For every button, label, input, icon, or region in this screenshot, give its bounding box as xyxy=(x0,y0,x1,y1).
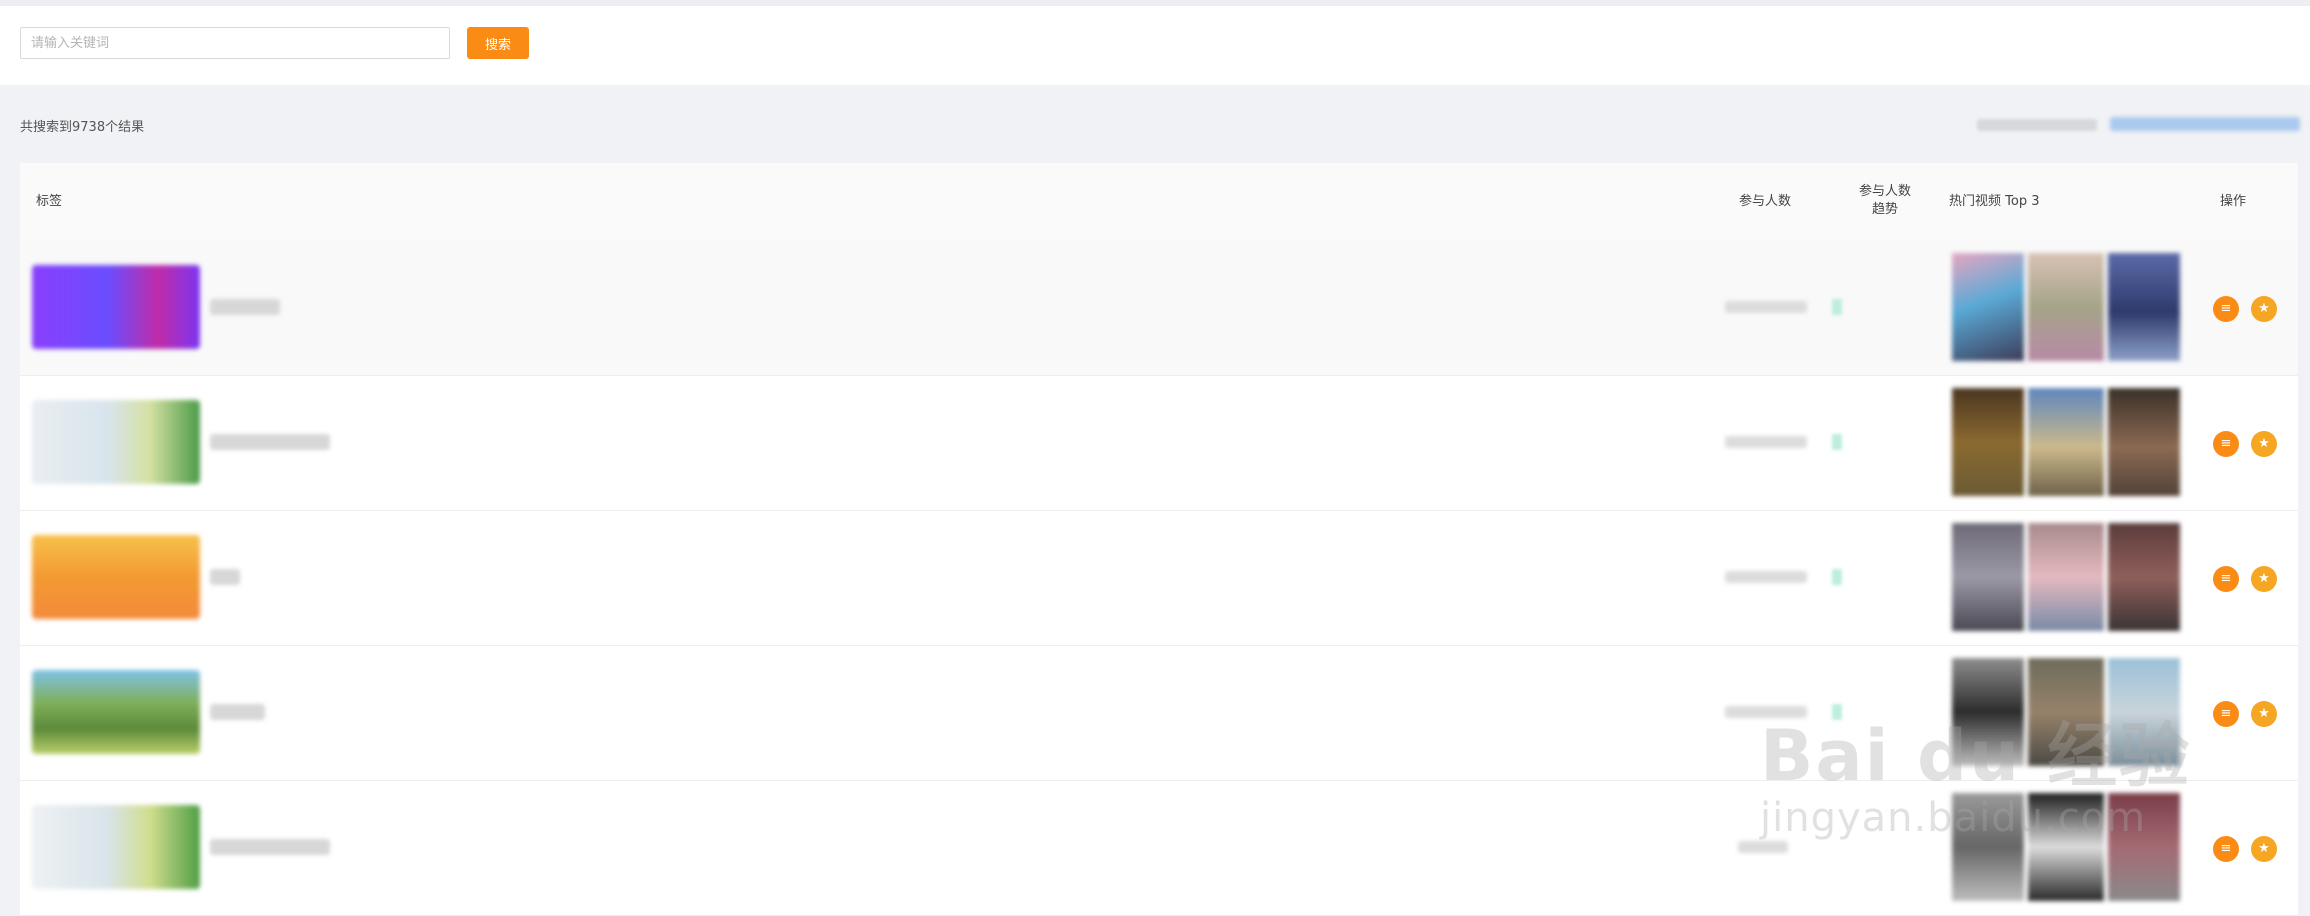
video-thumb[interactable] xyxy=(1952,253,2024,361)
participant-count xyxy=(1725,301,1807,313)
table-header: 标签 参与人数 参与人数 趋势 热门视频 Top 3 操作 xyxy=(20,163,2298,242)
video-thumb[interactable] xyxy=(2108,793,2180,901)
detail-button[interactable]: ≡ xyxy=(2213,836,2239,862)
col-tag: 标签 xyxy=(36,194,63,209)
table-row[interactable]: ≡ ★ xyxy=(20,511,2298,646)
detail-button[interactable]: ≡ xyxy=(2213,566,2239,592)
video-thumb[interactable] xyxy=(1952,388,2024,496)
trend-sparkline xyxy=(1832,434,1842,450)
video-thumb[interactable] xyxy=(2028,793,2104,901)
col-trend-line2: 趋势 xyxy=(1871,202,1898,217)
favorite-button[interactable]: ★ xyxy=(2251,296,2277,322)
table-row[interactable]: ≡ ★ xyxy=(20,646,2298,781)
video-thumb[interactable] xyxy=(2028,658,2104,766)
video-thumb[interactable] xyxy=(1952,658,2024,766)
detail-button[interactable]: ≡ xyxy=(2213,701,2239,727)
video-thumb[interactable] xyxy=(2028,523,2104,631)
detail-button[interactable]: ≡ xyxy=(2213,431,2239,457)
hot-videos xyxy=(1952,253,2180,361)
video-thumb[interactable] xyxy=(2108,523,2180,631)
col-participants: 参与人数 xyxy=(1739,194,1792,209)
participant-count xyxy=(1725,436,1807,448)
results-table: 标签 参与人数 参与人数 趋势 热门视频 Top 3 操作 ≡ ★ ≡ ★ ≡ … xyxy=(20,163,2298,916)
tag-image[interactable] xyxy=(32,265,200,349)
video-thumb[interactable] xyxy=(2028,388,2104,496)
col-trend: 参与人数 趋势 xyxy=(1845,183,1925,219)
hot-videos xyxy=(1952,388,2180,496)
search-button[interactable]: 搜索 xyxy=(467,27,529,59)
search-bar: 搜索 xyxy=(0,6,2310,85)
tag-image[interactable] xyxy=(32,400,200,484)
hot-videos xyxy=(1952,793,2180,901)
hot-videos xyxy=(1952,658,2180,766)
sort-option-blurred[interactable] xyxy=(1977,119,2097,131)
col-hot-videos: 热门视频 Top 3 xyxy=(1949,194,2040,209)
video-thumb[interactable] xyxy=(2108,658,2180,766)
favorite-button[interactable]: ★ xyxy=(2251,836,2277,862)
video-thumb[interactable] xyxy=(2028,253,2104,361)
tag-name[interactable] xyxy=(210,839,330,855)
trend-sparkline xyxy=(1832,704,1842,720)
video-thumb[interactable] xyxy=(1952,523,2024,631)
trend-sparkline xyxy=(1832,569,1842,585)
col-trend-line1: 参与人数 xyxy=(1858,184,1911,199)
favorite-button[interactable]: ★ xyxy=(2251,431,2277,457)
result-count: 共搜索到9738个结果 xyxy=(20,120,145,135)
tag-name[interactable] xyxy=(210,299,280,315)
favorite-button[interactable]: ★ xyxy=(2251,566,2277,592)
video-thumb[interactable] xyxy=(2108,253,2180,361)
tag-image[interactable] xyxy=(32,670,200,754)
tag-name[interactable] xyxy=(210,434,330,450)
participant-count xyxy=(1725,571,1807,583)
col-actions: 操作 xyxy=(2220,194,2247,209)
video-thumb[interactable] xyxy=(1952,793,2024,901)
tag-name[interactable] xyxy=(210,569,240,585)
trend-sparkline xyxy=(1832,299,1842,315)
participant-count xyxy=(1725,706,1807,718)
tag-image[interactable] xyxy=(32,805,200,889)
favorite-button[interactable]: ★ xyxy=(2251,701,2277,727)
search-input[interactable] xyxy=(20,27,450,59)
table-row[interactable]: ≡ ★ xyxy=(20,781,2298,916)
tag-name[interactable] xyxy=(210,704,265,720)
detail-button[interactable]: ≡ xyxy=(2213,296,2239,322)
sort-link-blurred[interactable] xyxy=(2110,117,2300,131)
video-thumb[interactable] xyxy=(2108,388,2180,496)
hot-videos xyxy=(1952,523,2180,631)
table-row[interactable]: ≡ ★ xyxy=(20,376,2298,511)
table-row[interactable]: ≡ ★ xyxy=(20,241,2298,376)
participant-count xyxy=(1738,841,1788,853)
tag-image[interactable] xyxy=(32,535,200,619)
